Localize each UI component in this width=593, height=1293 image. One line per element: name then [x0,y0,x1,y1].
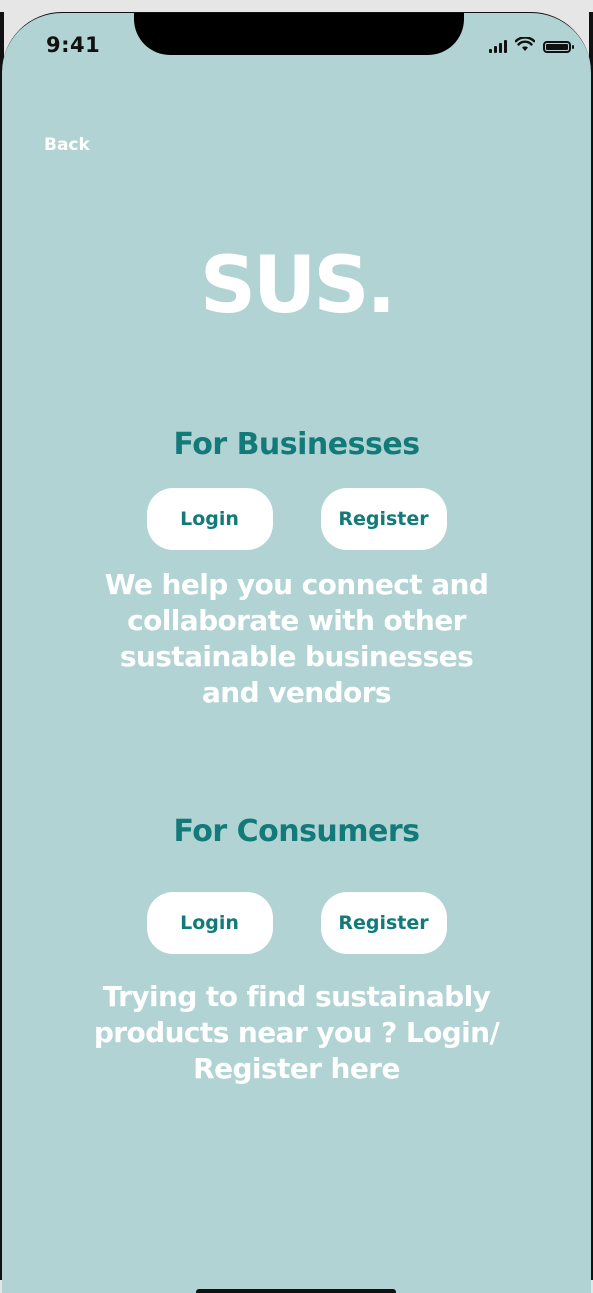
app-logo: SUS. [199,241,396,331]
battery-icon [543,40,574,53]
wifi-icon [514,36,536,56]
consumers-description: Trying to find sustainably products near… [93,980,500,1085]
businesses-description: We help you connect and collaborate with… [104,568,489,709]
business-register-button[interactable]: Register [320,488,447,550]
consumers-title: For Consumers [173,814,420,849]
consumer-register-button[interactable]: Register [320,892,447,954]
home-indicator [196,1289,396,1293]
status-icons [489,36,574,56]
back-button[interactable]: Back [44,135,90,155]
phone-screen: 9:41 Back SUS. For Businesses Login Regi… [2,12,591,1293]
businesses-title: For Businesses [173,427,420,462]
signal-icon [489,40,507,53]
consumer-login-button[interactable]: Login [146,892,273,954]
business-login-button[interactable]: Login [146,488,273,550]
businesses-button-row: Login Register [2,488,591,550]
consumers-button-row: Login Register [2,892,591,954]
phone-notch [134,13,464,55]
status-time: 9:41 [46,33,101,57]
